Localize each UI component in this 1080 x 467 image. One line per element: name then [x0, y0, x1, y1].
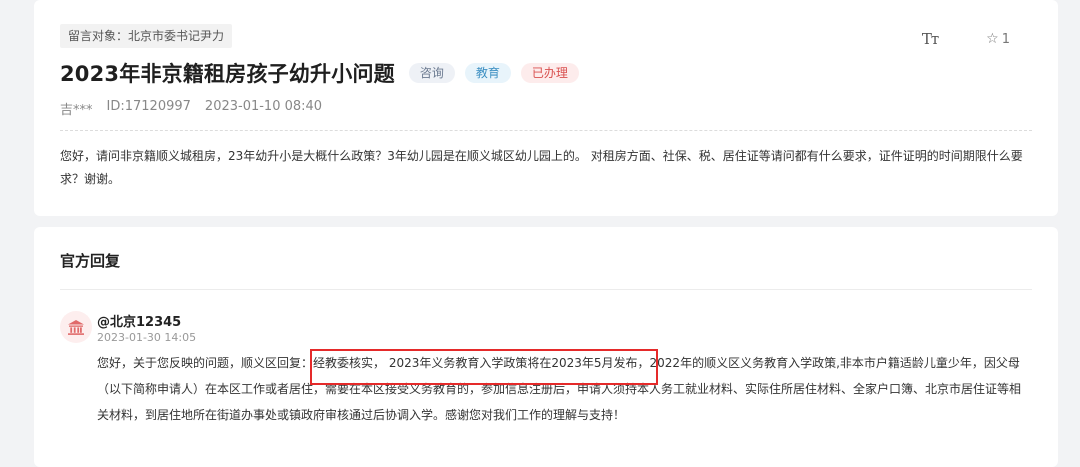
favorite-button[interactable]: ☆ 1: [986, 31, 1010, 47]
question-content: 您好，请问非京籍顺义城租房，23年幼升小是大概什么政策？3年幼儿园是在顺义城区幼…: [60, 149, 1023, 186]
question-card: 留言对象：北京市委书记尹力 Tт ☆ 1 2023年非京籍租房孩子幼升小问题 咨…: [34, 0, 1058, 216]
favorite-count: 1: [1001, 31, 1010, 47]
toolbar: Tт ☆ 1: [922, 30, 1010, 48]
question-time: 2023-01-10 08:40: [204, 99, 323, 114]
question-meta: 吉*** ID:17120997 2023-01-10 08:40: [60, 99, 336, 118]
font-size-icon[interactable]: Tт: [922, 30, 939, 48]
divider: [60, 130, 1032, 131]
reply-author-name[interactable]: @北京12345: [97, 311, 181, 330]
highlight-box: [310, 349, 658, 385]
section-title: 官方回复: [60, 252, 121, 270]
reply-time: 2023-01-30 14:05: [97, 331, 197, 344]
tag-consult[interactable]: 咨询: [408, 63, 455, 83]
message-target-label: 留言对象：北京市委书记尹力: [60, 24, 233, 48]
question-id: ID:17120997: [106, 99, 191, 114]
section-divider: [60, 289, 1032, 290]
author-name: 吉***: [60, 103, 93, 118]
tag-education[interactable]: 教育: [464, 63, 511, 83]
star-icon: ☆: [986, 31, 999, 47]
status-badge: 已办理: [520, 63, 579, 83]
page-title: 2023年非京籍租房孩子幼升小问题: [60, 62, 395, 86]
official-reply-card: 官方回复 @北京12345 2023-01-30 14:05 您好，关于您反映的…: [34, 227, 1058, 467]
government-building-icon: [60, 311, 92, 343]
title-row: 2023年非京籍租房孩子幼升小问题 咨询 教育 已办理: [60, 58, 579, 88]
